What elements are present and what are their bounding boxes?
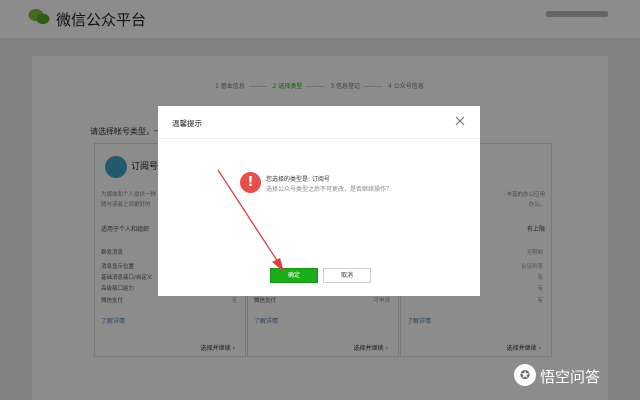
confirm-button[interactable]: 确定 xyxy=(270,268,318,283)
chat-bubble-icon: ✪ xyxy=(514,364,536,386)
dialog-divider xyxy=(158,138,480,139)
warning-icon: ! xyxy=(240,172,261,193)
cancel-button[interactable]: 取消 xyxy=(323,268,371,283)
dialog-sub-message: 选择公众号类型之后不可更改，是否继续操作？ xyxy=(266,186,393,193)
close-icon[interactable] xyxy=(454,115,466,127)
confirm-dialog: 温馨提示 ! 您选择的类型是: 订阅号 选择公众号类型之后不可更改，是否继续操作… xyxy=(158,106,480,296)
watermark-text: 悟空问答 xyxy=(540,368,601,386)
dialog-message: 您选择的类型是: 订阅号 xyxy=(266,176,330,183)
dialog-title: 温馨提示 xyxy=(172,119,202,128)
